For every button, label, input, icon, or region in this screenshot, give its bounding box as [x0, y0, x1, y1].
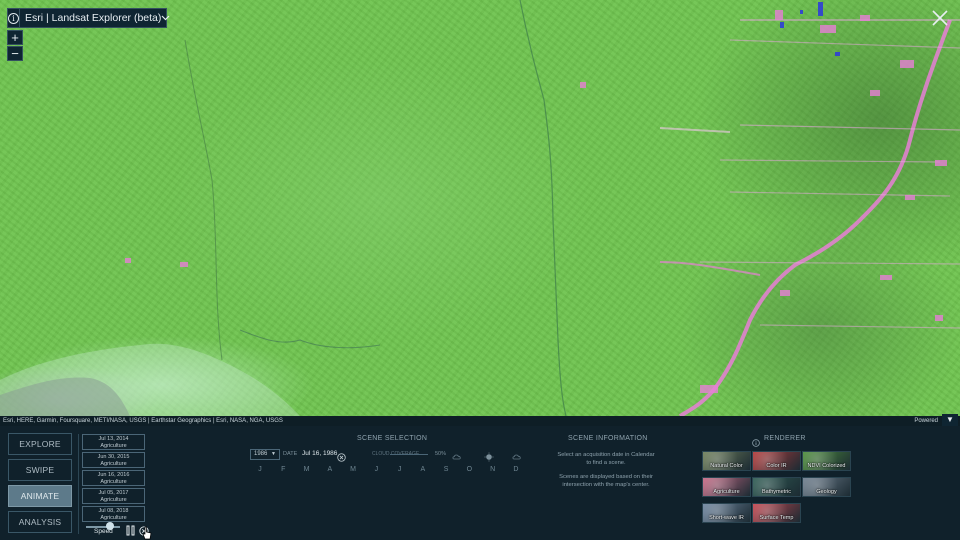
scene-information-title: SCENE INFORMATION	[568, 435, 648, 442]
calendar-month[interactable]: J	[252, 466, 268, 473]
renderer-label: NDVI Colorized	[807, 463, 846, 469]
app-title-bar[interactable]: i Esri | Landsat Explorer (beta)	[7, 8, 170, 28]
calendar-month[interactable]: A	[415, 466, 431, 473]
renderer-agriculture[interactable]: Agriculture	[702, 477, 751, 497]
powered-by-label[interactable]: Powered	[914, 416, 938, 426]
calendar-month[interactable]: D	[508, 466, 524, 473]
calendar-month[interactable]: M	[345, 466, 361, 473]
year-value: 1986	[254, 451, 268, 457]
date-value: Jul 16, 1986	[302, 450, 338, 457]
renderer-natural-color[interactable]: Natural Color	[702, 451, 751, 471]
renderer-label: Geology	[816, 489, 837, 495]
panel-divider	[78, 434, 79, 534]
renderer-label: Agriculture	[713, 489, 740, 495]
scene-selection-title: SCENE SELECTION	[357, 435, 428, 442]
speed-label: Speed	[94, 528, 113, 535]
calendar-months: J F M A M J J A S O N D	[252, 466, 524, 473]
attribution-text: Esri, HERE, Garmin, Foursquare, METI/NAS…	[3, 418, 283, 424]
animation-scene-card[interactable]: Jun 16, 2016 Agriculture	[82, 470, 145, 486]
app-title: Esri | Landsat Explorer (beta)	[25, 12, 162, 24]
scene-renderer: Agriculture	[100, 442, 127, 449]
animation-scene-card[interactable]: Jul 05, 2017 Agriculture	[82, 488, 145, 504]
close-icon[interactable]	[930, 8, 950, 28]
scene-info-line: Select an acquisition date in Calendar	[557, 452, 655, 458]
mode-swipe-button[interactable]: SWIPE	[8, 459, 72, 481]
scene-renderer: Agriculture	[100, 478, 127, 485]
calendar-month[interactable]: S	[438, 466, 454, 473]
scene-date: Jul 05, 2017	[98, 489, 129, 496]
renderer-header: RENDERER	[752, 434, 806, 447]
calendar-month[interactable]: N	[485, 466, 501, 473]
calendar-month[interactable]: J	[392, 466, 408, 473]
scene-info-line: Scenes are displayed based on their	[559, 474, 653, 480]
renderer-surface-temp[interactable]: Surface Temp	[752, 503, 801, 523]
mode-explore-button[interactable]: EXPLORE	[8, 433, 72, 455]
collapse-panel-button[interactable]: ▼	[942, 414, 958, 426]
cloud-coverage-value: 50%	[435, 451, 447, 457]
date-label: DATE	[283, 451, 298, 457]
renderer-label: Short-wave IR	[709, 515, 744, 521]
scene-info-hint: Select an acquisition date in Calendar t…	[548, 451, 664, 467]
calendar-month[interactable]: O	[461, 466, 477, 473]
renderer-label: Natural Color	[710, 463, 743, 469]
map-imagery-overlay	[0, 0, 960, 416]
scene-date: Jul 13, 2014	[98, 435, 129, 442]
scene-renderer: Agriculture	[100, 514, 127, 521]
zoom-out-button[interactable]: −	[7, 46, 23, 61]
renderer-label: Color IR	[766, 463, 787, 469]
calendar-month[interactable]: F	[275, 466, 291, 473]
mode-animate-button[interactable]: ANIMATE	[8, 485, 72, 507]
zoom-in-button[interactable]: +	[7, 30, 23, 45]
pause-icon[interactable]	[126, 523, 135, 536]
renderer-color-ir[interactable]: Color IR	[752, 451, 801, 471]
animation-scene-card[interactable]: Jul 13, 2014 Agriculture	[82, 434, 145, 450]
map-attribution: Esri, HERE, Garmin, Foursquare, METI/NAS…	[0, 414, 960, 426]
chevron-down-icon[interactable]	[161, 13, 170, 24]
calendar-month[interactable]: J	[368, 466, 384, 473]
scene-date: Jun 16, 2016	[97, 471, 130, 478]
cloud-icon[interactable]	[512, 449, 522, 460]
sun-icon[interactable]	[484, 449, 494, 462]
animation-scene-card[interactable]: Jun 30, 2015 Agriculture	[82, 452, 145, 468]
renderer-short-wave-ir[interactable]: Short-wave IR	[702, 503, 751, 523]
scene-info-line: to find a scene.	[586, 460, 626, 466]
map-view[interactable]: i Esri | Landsat Explorer (beta) + −	[0, 0, 960, 416]
cloud-coverage-slider[interactable]	[390, 454, 428, 455]
bottom-panel: EXPLORE SWIPE ANIMATE ANALYSIS Jul 13, 2…	[0, 426, 960, 540]
scene-info-note: Scenes are displayed based on their inte…	[548, 473, 664, 489]
renderer-ndvi-colorized[interactable]: NDVI Colorized	[802, 451, 851, 471]
app-root: i Esri | Landsat Explorer (beta) + − Esr…	[0, 0, 960, 540]
calendar-month[interactable]: A	[322, 466, 338, 473]
cloud-icon[interactable]	[452, 449, 462, 460]
clear-date-icon[interactable]	[337, 449, 346, 462]
scene-date: Jun 30, 2015	[97, 453, 130, 460]
year-select[interactable]: 1986 ▼	[250, 449, 280, 460]
chevron-down-icon: ▼	[271, 451, 276, 457]
hand-cursor-icon	[142, 526, 152, 540]
info-icon[interactable]	[752, 434, 760, 447]
scene-date: Jul 08, 2018	[98, 507, 129, 514]
scene-info-line: intersection with the map's center.	[562, 482, 650, 488]
calendar-month[interactable]: M	[299, 466, 315, 473]
renderer-label: Surface Temp	[759, 515, 794, 521]
info-button[interactable]: i	[8, 9, 20, 27]
mode-analysis-button[interactable]: ANALYSIS	[8, 511, 72, 533]
animation-scene-card[interactable]: Jul 08, 2018 Agriculture	[82, 506, 145, 522]
renderer-title: RENDERER	[764, 434, 806, 442]
renderer-bathymetric[interactable]: Bathymetric	[752, 477, 801, 497]
scene-renderer: Agriculture	[100, 496, 127, 503]
renderer-geology[interactable]: Geology	[802, 477, 851, 497]
renderer-label: Bathymetric	[761, 489, 792, 495]
info-icon: i	[8, 12, 19, 24]
scene-renderer: Agriculture	[100, 460, 127, 467]
